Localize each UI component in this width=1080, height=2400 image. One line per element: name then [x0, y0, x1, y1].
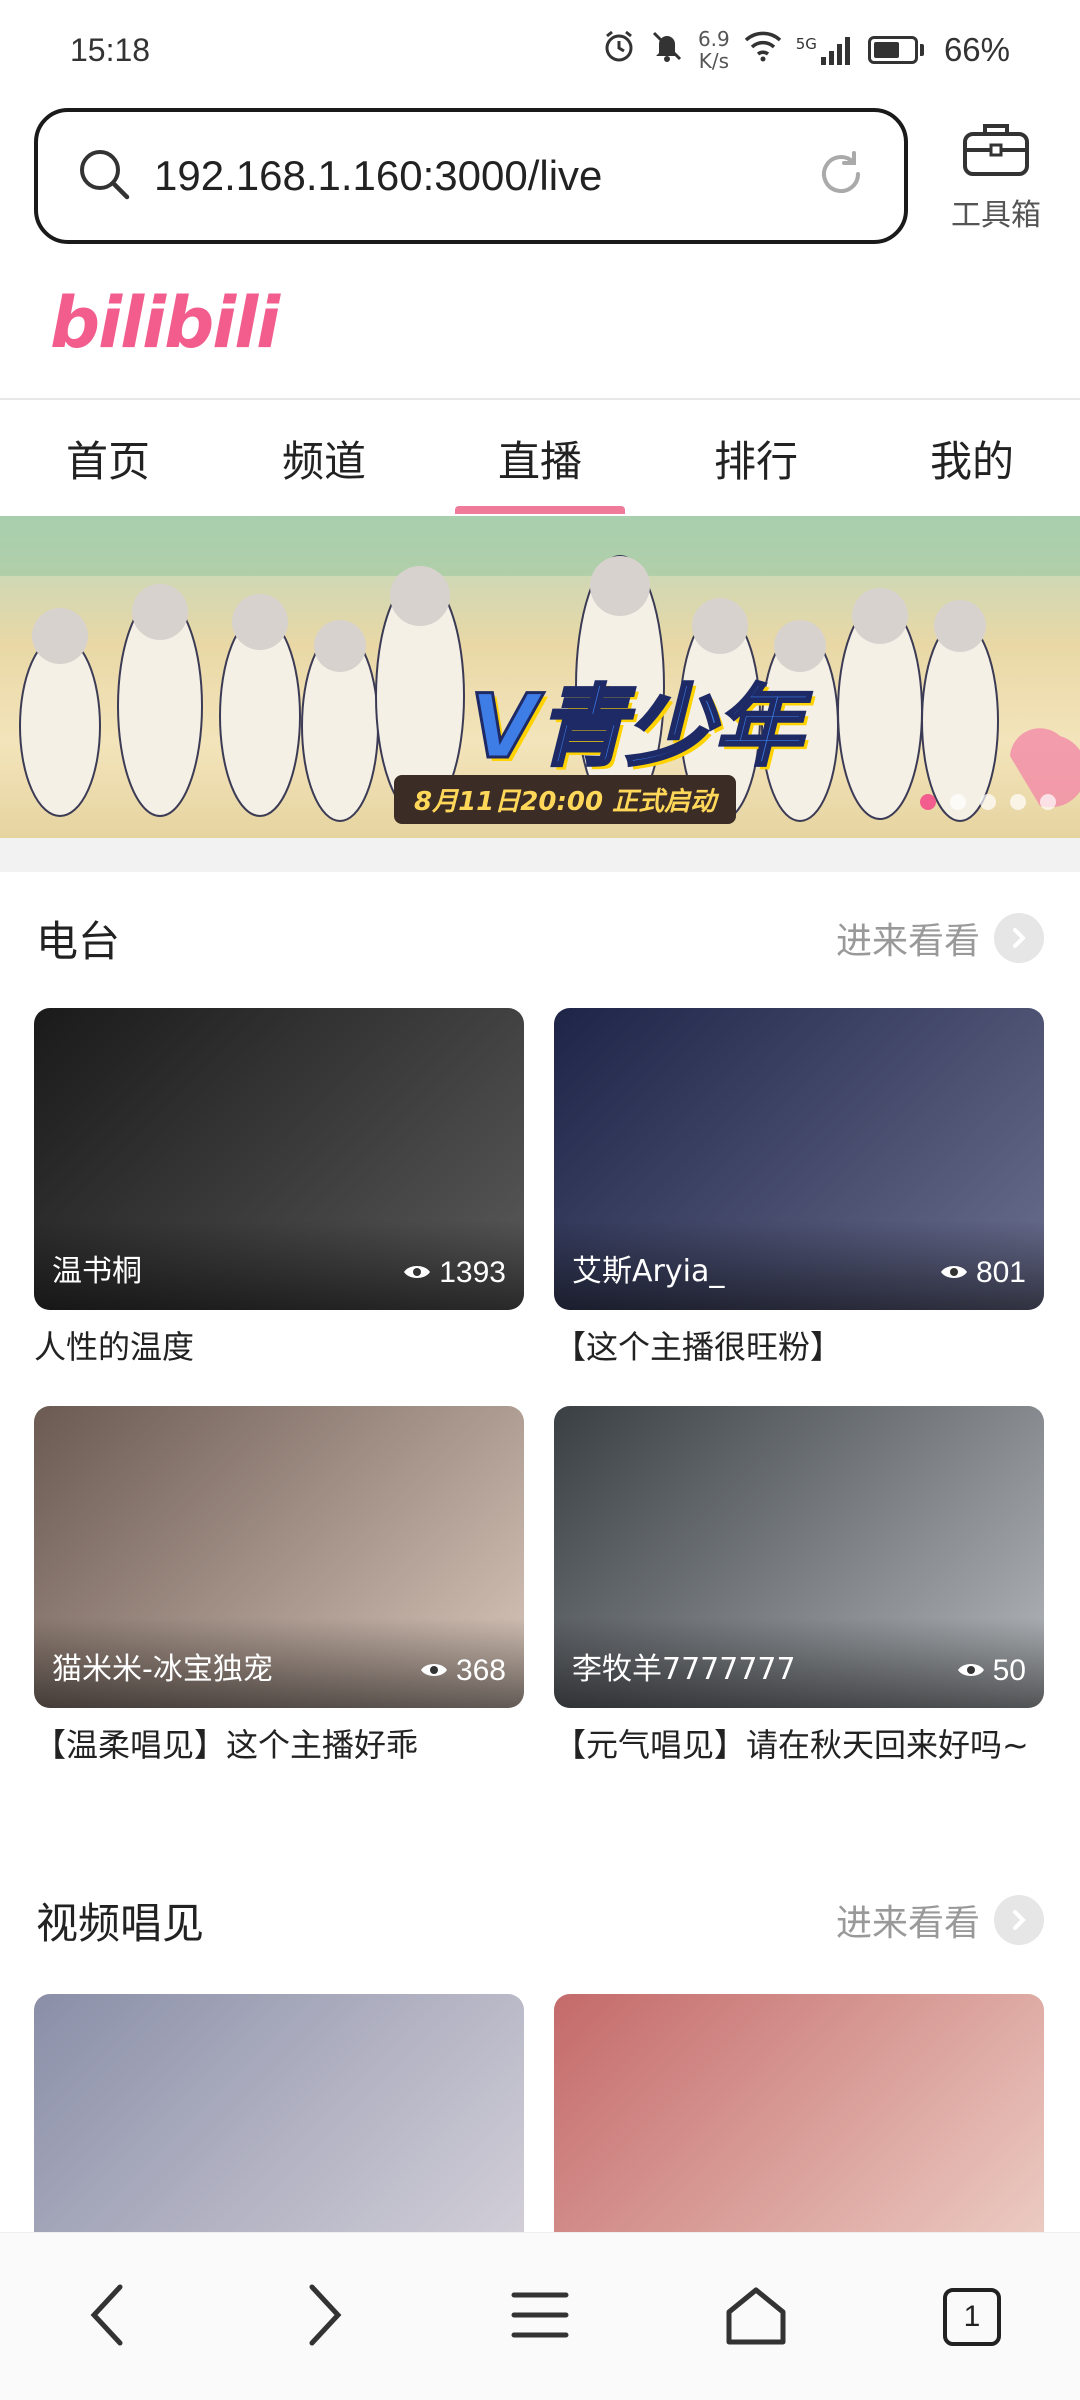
see-more-label: 进来看看 [835, 921, 980, 962]
eye-icon [403, 1256, 431, 1290]
banner-title: V青少年 [468, 674, 803, 780]
section-divider [0, 838, 1080, 872]
url-text[interactable]: 192.168.1.160:3000/live [154, 152, 814, 200]
toolbox-label: 工具箱 [951, 198, 1041, 233]
live-thumbnail: 李牧羊7777777 50 [554, 1406, 1044, 1708]
eye-icon [420, 1654, 448, 1688]
bilibili-logo[interactable]: bilibili [50, 282, 280, 364]
menu-icon [510, 2289, 570, 2345]
see-more-link[interactable]: 进来看看 [836, 1894, 1044, 1946]
chevron-left-icon [86, 2283, 130, 2351]
battery-icon [867, 36, 924, 64]
tab-count: 1 [943, 2287, 1001, 2346]
viewer-count-value: 801 [975, 1256, 1026, 1289]
eye-icon [957, 1654, 985, 1688]
streamer-name: 艾斯Aryia_ [572, 1254, 725, 1289]
tab-ranking[interactable]: 排行 [648, 402, 864, 514]
carousel-dot[interactable] [950, 794, 966, 810]
live-card[interactable]: 艾斯Aryia_ 801 【这个主播很旺粉】 [554, 1008, 1044, 1370]
streamer-name: 猫米米-冰宝独宠 [52, 1652, 273, 1687]
cellular-signal-icon: 5G [796, 35, 854, 65]
tab-label: 直播 [497, 436, 582, 486]
viewer-count-value: 50 [992, 1654, 1026, 1687]
chevron-right-icon [994, 913, 1044, 963]
status-time: 15:18 [70, 31, 151, 68]
tab-home[interactable]: 首页 [0, 402, 216, 514]
tab-label: 我的 [929, 436, 1014, 486]
carousel-dot[interactable] [1040, 794, 1056, 810]
banner-caption: 8月11日20:00 正式启动 [394, 775, 737, 824]
home-icon [723, 2284, 789, 2350]
live-card[interactable]: 温书桐 1393 人性的温度 [34, 1008, 524, 1370]
site-header: bilibili [0, 272, 1080, 400]
carousel-indicator [920, 794, 1056, 810]
live-title: 【温柔唱见】这个主播好乖 [34, 1726, 419, 1764]
viewer-count: 368 [420, 1654, 506, 1688]
viewer-count-value: 1393 [439, 1256, 506, 1289]
refresh-icon[interactable] [814, 147, 868, 205]
live-card[interactable]: 猫米米-冰宝独宠 368 【温柔唱见】这个主播好乖 [34, 1406, 524, 1768]
main-tabs: 首页 频道 直播 排行 我的 [0, 402, 1080, 514]
live-thumbnail: 猫米米-冰宝独宠 368 [34, 1406, 524, 1708]
net-speed-value: 6.9 [697, 27, 730, 51]
viewer-count: 50 [957, 1654, 1026, 1688]
radio-section-header: 电台 进来看看 [36, 898, 1044, 978]
live-thumbnail: 艾斯Aryia_ 801 [554, 1008, 1044, 1310]
address-bar[interactable]: 192.168.1.160:3000/live [34, 108, 908, 244]
toolbox-button[interactable]: 工具箱 [936, 118, 1056, 238]
menu-button[interactable] [480, 2257, 600, 2377]
see-more-label: 进来看看 [835, 1903, 980, 1944]
live-title: 【元气唱见】请在秋天回来好吗~ [554, 1726, 1029, 1764]
status-icons: 6.9 K/s 5G 66% [602, 28, 1010, 72]
live-title: 人性的温度 [34, 1328, 195, 1366]
signal-label: 5G [795, 35, 817, 53]
tab-live[interactable]: 直播 [432, 402, 648, 514]
viewer-count: 1393 [403, 1256, 506, 1290]
streamer-name: 李牧羊7777777 [572, 1652, 796, 1687]
mute-icon [650, 29, 684, 71]
tab-label: 排行 [713, 436, 798, 486]
eye-icon [940, 1256, 968, 1290]
tab-label: 频道 [281, 436, 366, 486]
section-title: 视频唱见 [36, 1898, 205, 1948]
alarm-icon [602, 29, 636, 71]
status-bar: 15:18 6.9 K/s 5G 66% [0, 0, 1080, 100]
section-title: 电台 [36, 916, 121, 966]
banner-carousel[interactable]: V青少年 8月11日20:00 正式启动 [0, 516, 1080, 838]
carousel-dot[interactable] [980, 794, 996, 810]
live-card[interactable]: 李牧羊7777777 50 【元气唱见】请在秋天回来好吗~ [554, 1406, 1044, 1768]
tab-channel[interactable]: 频道 [216, 402, 432, 514]
back-button[interactable] [48, 2257, 168, 2377]
tabs-button[interactable]: 1 [912, 2257, 1032, 2377]
live-title: 【这个主播很旺粉】 [554, 1328, 843, 1366]
wifi-icon [744, 30, 782, 70]
browser-bottom-nav: 1 [0, 2232, 1080, 2400]
forward-button[interactable] [264, 2257, 384, 2377]
carousel-dot[interactable] [1010, 794, 1026, 810]
tab-label: 首页 [65, 436, 150, 486]
streamer-name: 温书桐 [52, 1254, 142, 1289]
toolbox-icon [961, 118, 1031, 182]
see-more-link[interactable]: 进来看看 [836, 912, 1044, 964]
video-section-header: 视频唱见 进来看看 [36, 1880, 1044, 1960]
carousel-dot[interactable] [920, 794, 936, 810]
browser-toolbar: 192.168.1.160:3000/live 工具箱 [0, 108, 1080, 248]
net-speed: 6.9 K/s [698, 28, 730, 72]
net-speed-unit: K/s [698, 49, 729, 73]
battery-percent: 66% [943, 31, 1010, 68]
home-button[interactable] [696, 2257, 816, 2377]
chevron-right-icon [302, 2283, 346, 2351]
search-icon [74, 144, 134, 208]
viewer-count-value: 368 [455, 1654, 506, 1687]
live-thumbnail: 温书桐 1393 [34, 1008, 524, 1310]
tab-mine[interactable]: 我的 [864, 402, 1080, 514]
viewer-count: 801 [940, 1256, 1026, 1290]
chevron-right-icon [994, 1895, 1044, 1945]
